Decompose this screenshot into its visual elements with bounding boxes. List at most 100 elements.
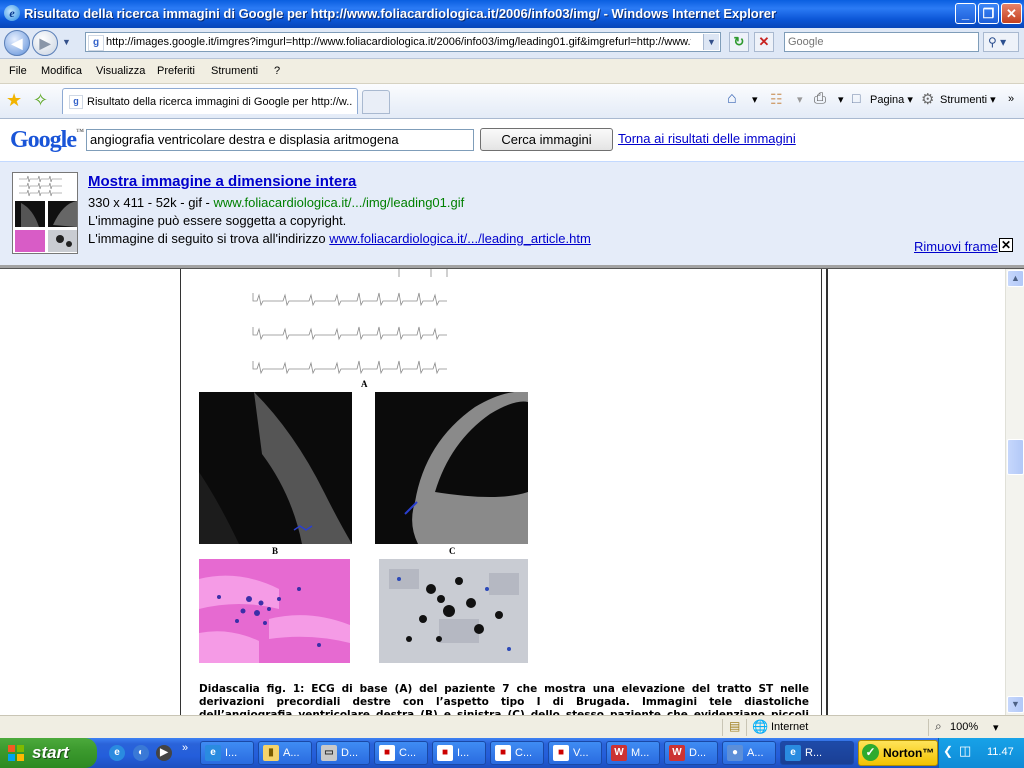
page-menu-label: Pagina: [870, 94, 905, 106]
vertical-scrollbar[interactable]: ▲ ▼: [1005, 269, 1024, 715]
start-label: start: [32, 743, 69, 762]
page-menu[interactable]: Pagina ▾: [870, 93, 913, 106]
task-button[interactable]: ▮ A...: [258, 741, 312, 765]
query-input[interactable]: [90, 132, 470, 147]
address-bar[interactable]: g http://images.google.it/imgres?imgurl=…: [85, 32, 721, 52]
close-frame-icon[interactable]: ✕: [999, 238, 1013, 252]
image-thumbnail[interactable]: [12, 172, 78, 254]
status-divider: [722, 719, 723, 736]
google-logo[interactable]: Google™: [10, 127, 84, 154]
new-tab-button[interactable]: [362, 90, 390, 114]
pdf-icon: ■: [553, 745, 569, 761]
search-icon[interactable]: ⚲ ▾: [983, 32, 1019, 52]
feeds-icon[interactable]: ☷: [770, 91, 783, 108]
query-box[interactable]: [86, 129, 474, 151]
google-search-box[interactable]: [784, 32, 979, 52]
minimize-button[interactable]: _: [955, 3, 976, 24]
task-button[interactable]: ■ C...: [374, 741, 428, 765]
task-label: D...: [689, 747, 707, 759]
task-button[interactable]: ▭ D...: [316, 741, 370, 765]
histology-panel-pink: [199, 559, 350, 663]
protected-mode-icon: ▤: [729, 719, 741, 733]
tools-menu[interactable]: Strumenti ▾: [940, 93, 996, 106]
back-to-results-link[interactable]: Torna ai risultati delle immagini: [618, 131, 796, 146]
image-dims: 330 x 411 - 52k - gif -: [88, 195, 214, 210]
favorites-star-icon[interactable]: ★: [6, 90, 22, 111]
task-button-active[interactable]: e R...: [780, 741, 854, 765]
task-label: D...: [341, 747, 359, 759]
image-meta: 330 x 411 - 52k - gif - www.foliacardiol…: [88, 195, 464, 210]
menu-modifica[interactable]: Modifica: [41, 65, 82, 77]
histology-panel-gray: [379, 559, 528, 663]
feeds-dropdown-icon[interactable]: ▾: [797, 93, 803, 106]
task-label: V...: [573, 747, 589, 759]
address-dropdown-icon[interactable]: ▼: [703, 34, 719, 50]
task-button[interactable]: ■ C...: [490, 741, 544, 765]
quicklaunch-chevron-icon[interactable]: »: [182, 742, 188, 754]
maximize-button[interactable]: ❐: [978, 3, 999, 24]
title-bar[interactable]: e Risultato della ricerca immagini di Go…: [0, 0, 1024, 28]
zoom-dropdown-icon[interactable]: ▾: [993, 721, 999, 734]
panel-label-c: C: [449, 546, 456, 556]
desktop-quicklaunch-icon[interactable]: ◐: [133, 745, 149, 761]
history-dropdown-icon[interactable]: ▼: [62, 37, 71, 47]
start-button[interactable]: start: [0, 738, 97, 768]
network-icon[interactable]: ◫: [959, 743, 971, 759]
add-favorite-icon[interactable]: ✧: [33, 90, 48, 111]
task-button[interactable]: ● A...: [722, 741, 776, 765]
full-size-link[interactable]: Mostra immagine a dimensione intera: [88, 173, 356, 190]
stop-icon[interactable]: ✕: [754, 32, 774, 52]
menu-help[interactable]: ?: [274, 65, 280, 77]
task-label: R...: [805, 747, 823, 759]
task-label: C...: [399, 747, 417, 759]
tools-menu-label: Strumenti: [940, 94, 988, 106]
pdf-icon: ■: [437, 745, 453, 761]
home-icon[interactable]: ⌂: [727, 90, 737, 108]
print-dropdown-icon[interactable]: ▾: [838, 93, 844, 106]
task-label: I...: [225, 747, 238, 759]
task-button[interactable]: e I...: [200, 741, 254, 765]
zoom-level[interactable]: 100%: [950, 721, 978, 733]
checkmark-icon: ✓: [862, 744, 879, 761]
home-dropdown-icon[interactable]: ▾: [752, 93, 758, 106]
ie-quicklaunch-icon[interactable]: e: [109, 745, 125, 761]
tab-active[interactable]: g Risultato della ricerca immagini di Go…: [62, 88, 358, 114]
close-button[interactable]: ✕: [1001, 3, 1022, 24]
norton-label: Norton™: [883, 746, 935, 760]
task-button[interactable]: W D...: [664, 741, 718, 765]
found-at-link[interactable]: www.foliacardiologica.it/.../leading_art…: [329, 231, 591, 246]
task-button[interactable]: ■ V...: [548, 741, 602, 765]
google-favicon-icon: g: [69, 95, 83, 109]
address-url[interactable]: http://images.google.it/imgres?imgurl=ht…: [106, 36, 691, 48]
angiography-panel-b: [199, 392, 352, 544]
menu-visualizza[interactable]: Visualizza: [96, 65, 145, 77]
menu-preferiti[interactable]: Preferiti: [157, 65, 195, 77]
refresh-icon[interactable]: ↻: [729, 32, 749, 52]
panel-label-a: A: [361, 379, 368, 389]
panel-label-b: B: [272, 546, 279, 556]
task-button[interactable]: ■ I...: [432, 741, 486, 765]
status-bar: ▤ 🌐 Internet ⌕ 100% ▾: [0, 715, 1024, 739]
task-button[interactable]: W M...: [606, 741, 660, 765]
media-player-icon[interactable]: ▶: [156, 745, 172, 761]
tray-chevron-icon[interactable]: ❮: [943, 744, 953, 758]
ecg-traces: [252, 269, 448, 375]
google-search-input[interactable]: [788, 34, 973, 50]
norton-button[interactable]: ✓ Norton™: [858, 740, 938, 766]
ie-icon: e: [785, 745, 801, 761]
scroll-up-icon[interactable]: ▲: [1007, 270, 1024, 287]
scroll-thumb[interactable]: [1007, 439, 1024, 475]
remove-frame-link[interactable]: Rimuovi frame: [914, 239, 998, 254]
print-icon[interactable]: ⎙: [814, 90, 826, 107]
found-at-line: L'immagine di seguito si trova all'indir…: [88, 231, 591, 246]
status-divider: [928, 719, 929, 736]
menu-strumenti[interactable]: Strumenti: [211, 65, 258, 77]
forward-button[interactable]: ▶: [32, 30, 58, 56]
menu-file[interactable]: File: [9, 65, 27, 77]
search-images-button[interactable]: Cerca immagini: [480, 128, 613, 151]
back-button[interactable]: ◀: [4, 30, 30, 56]
scroll-down-icon[interactable]: ▼: [1007, 696, 1024, 713]
thumbnail-figure: [15, 175, 77, 252]
chevron-right-icon[interactable]: »: [1008, 93, 1014, 105]
task-label: I...: [457, 747, 470, 759]
